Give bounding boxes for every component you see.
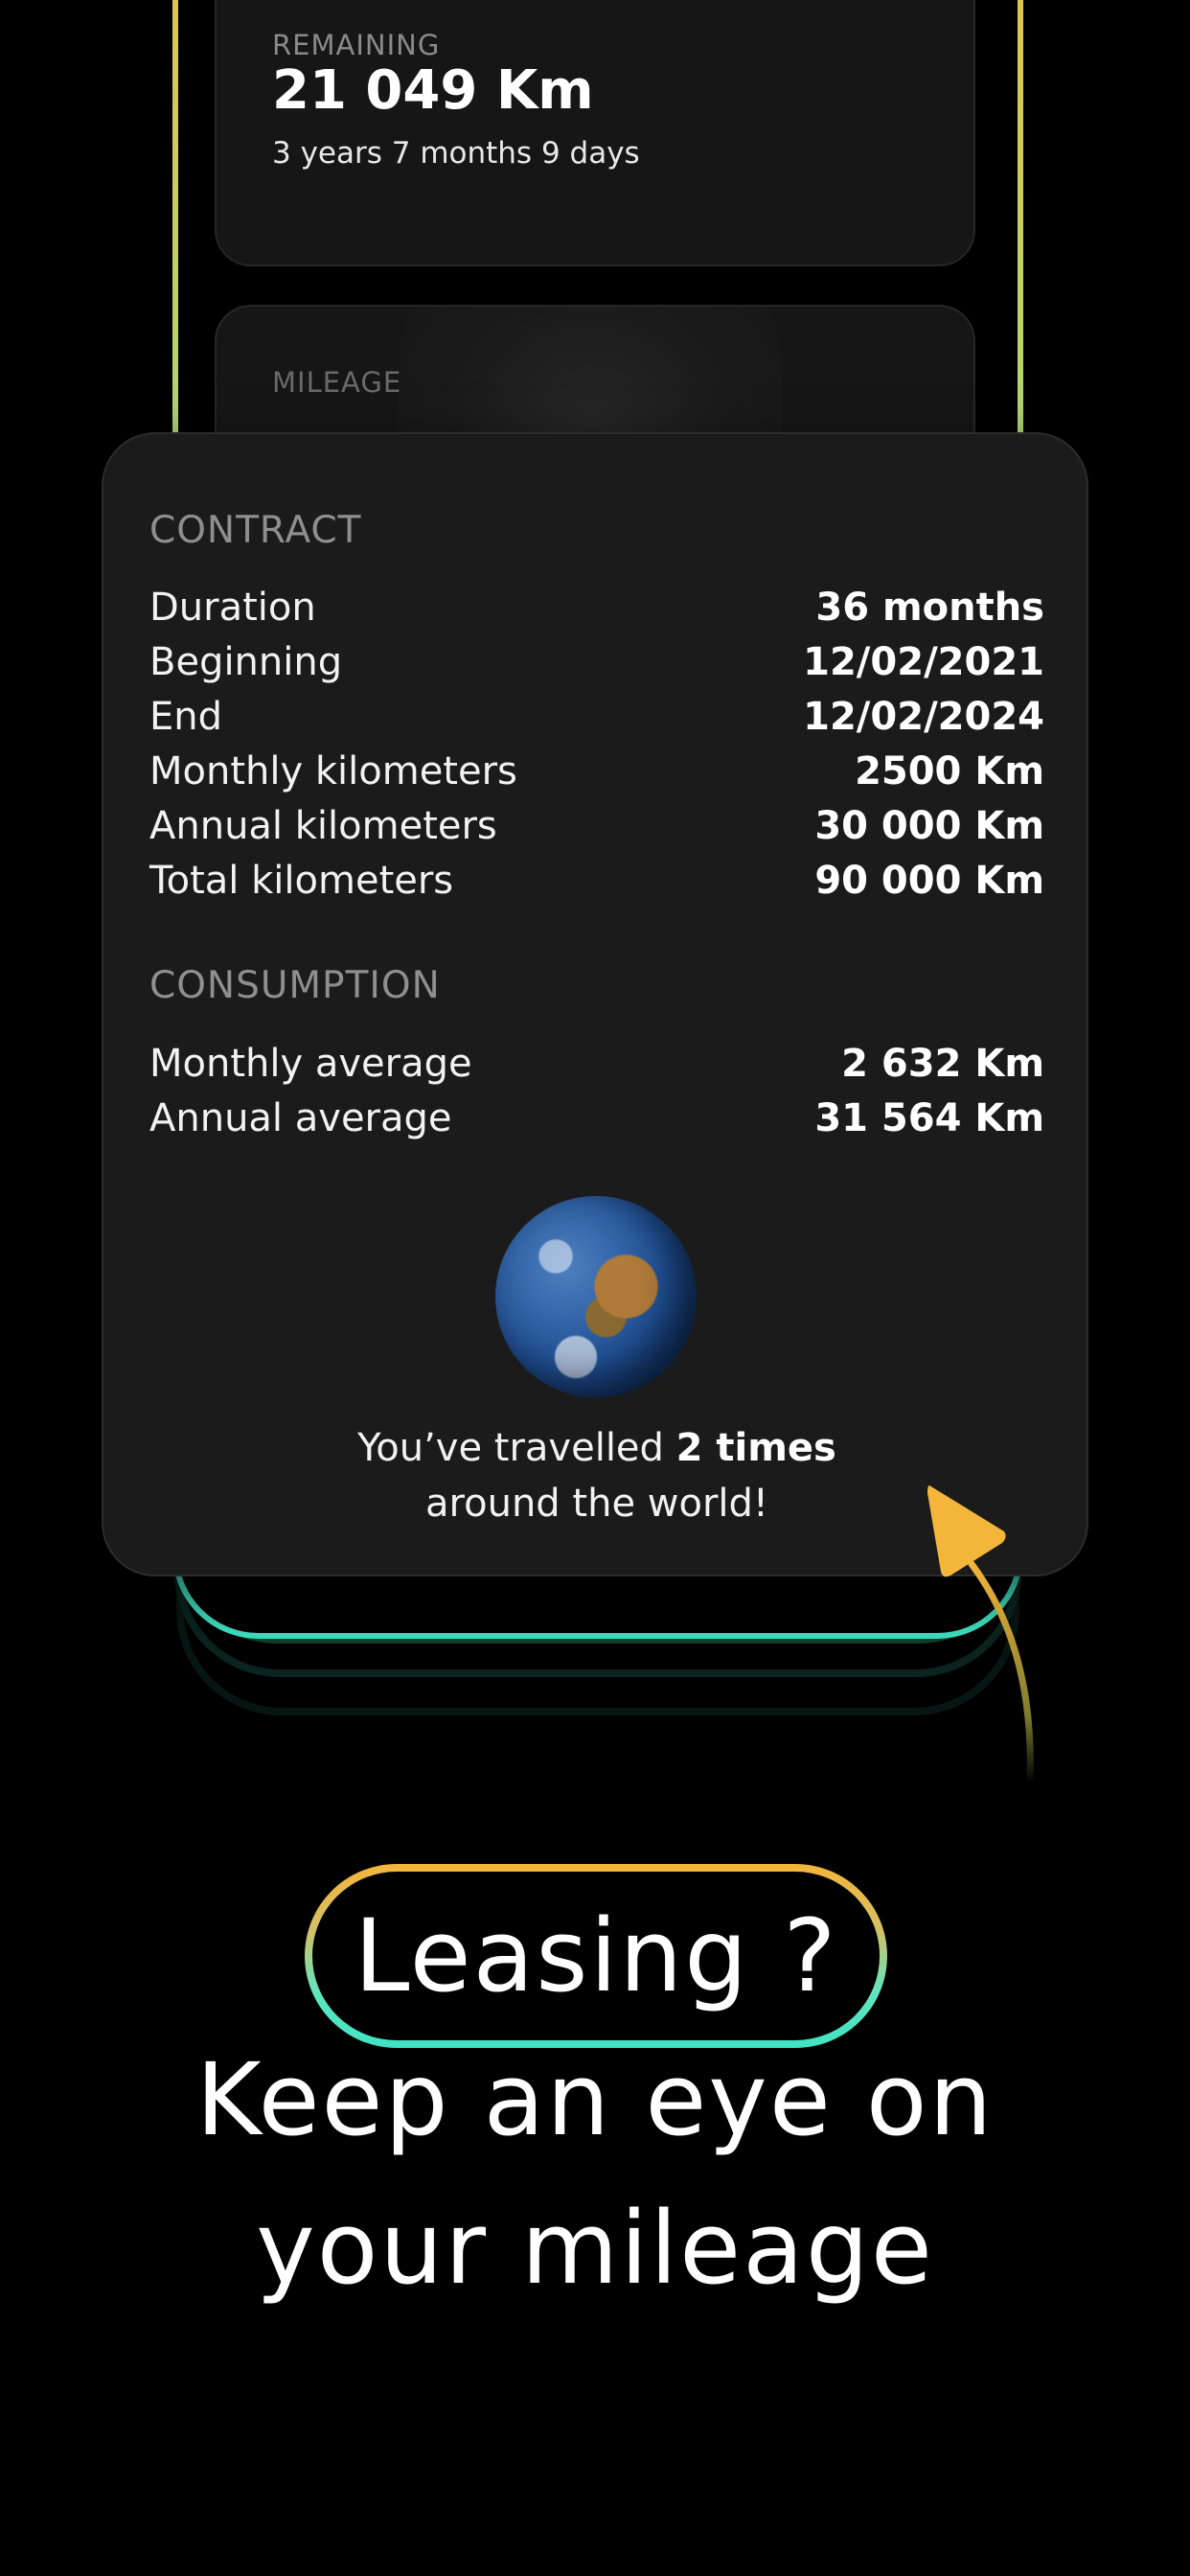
row-label: Monthly average: [149, 1042, 472, 1086]
contract-row-beginning: Beginning 12/02/2021: [149, 635, 1044, 689]
row-value: 36 months: [815, 586, 1044, 630]
row-value: 2500 Km: [855, 749, 1044, 794]
row-value: 31 564 Km: [814, 1096, 1044, 1140]
row-value: 30 000 Km: [814, 804, 1044, 848]
consumption-row-annual: Annual average 31 564 Km: [149, 1092, 1044, 1145]
headline-line-1: Keep an eye on: [195, 2041, 995, 2158]
contract-details-card: CONTRACT Duration 36 months Beginning 12…: [102, 432, 1088, 1576]
headline-line-2: your mileage: [256, 2190, 934, 2307]
row-value: 12/02/2024: [803, 695, 1044, 739]
world-travel-message: You’ve travelled 2 times: [103, 1421, 1090, 1476]
remaining-value: 21 049 Km: [272, 59, 594, 122]
consumption-row-monthly: Monthly average 2 632 Km: [149, 1037, 1044, 1091]
row-label: End: [149, 695, 223, 739]
row-label: Duration: [149, 586, 316, 630]
remaining-card[interactable]: REMAINING 21 049 Km 3 years 7 months 9 d…: [215, 0, 975, 266]
row-label: Annual kilometers: [149, 804, 497, 848]
contract-row-duration: Duration 36 months: [149, 581, 1044, 634]
contract-section-title: CONTRACT: [149, 509, 362, 552]
contract-row-annual-km: Annual kilometers 30 000 Km: [149, 799, 1044, 853]
row-value: 90 000 Km: [814, 859, 1044, 903]
row-value: 12/02/2021: [803, 640, 1044, 684]
remaining-duration: 3 years 7 months 9 days: [272, 136, 640, 171]
curved-arrow-icon: [927, 1485, 1034, 1786]
contract-row-end: End 12/02/2024: [149, 690, 1044, 744]
mileage-label: MILEAGE: [272, 366, 402, 399]
row-value: 2 632 Km: [841, 1042, 1044, 1086]
row-label: Annual average: [149, 1096, 452, 1140]
remaining-label: REMAINING: [272, 29, 441, 61]
world-times: 2 times: [675, 1426, 836, 1470]
leasing-pill: Leasing ?: [305, 1864, 887, 2048]
row-label: Monthly kilometers: [149, 749, 517, 794]
row-label: Beginning: [149, 640, 343, 684]
promo-screen: REMAINING 21 049 Km 3 years 7 months 9 d…: [0, 0, 1190, 2576]
contract-row-total-km: Total kilometers 90 000 Km: [149, 854, 1044, 908]
leasing-pill-text: Leasing ?: [354, 1898, 838, 2014]
world-text-prefix: You’ve travelled: [357, 1426, 676, 1470]
consumption-section-title: CONSUMPTION: [149, 964, 441, 1007]
earth-globe-icon: [495, 1196, 697, 1397]
row-label: Total kilometers: [149, 859, 454, 903]
contract-row-monthly-km: Monthly kilometers 2500 Km: [149, 745, 1044, 798]
